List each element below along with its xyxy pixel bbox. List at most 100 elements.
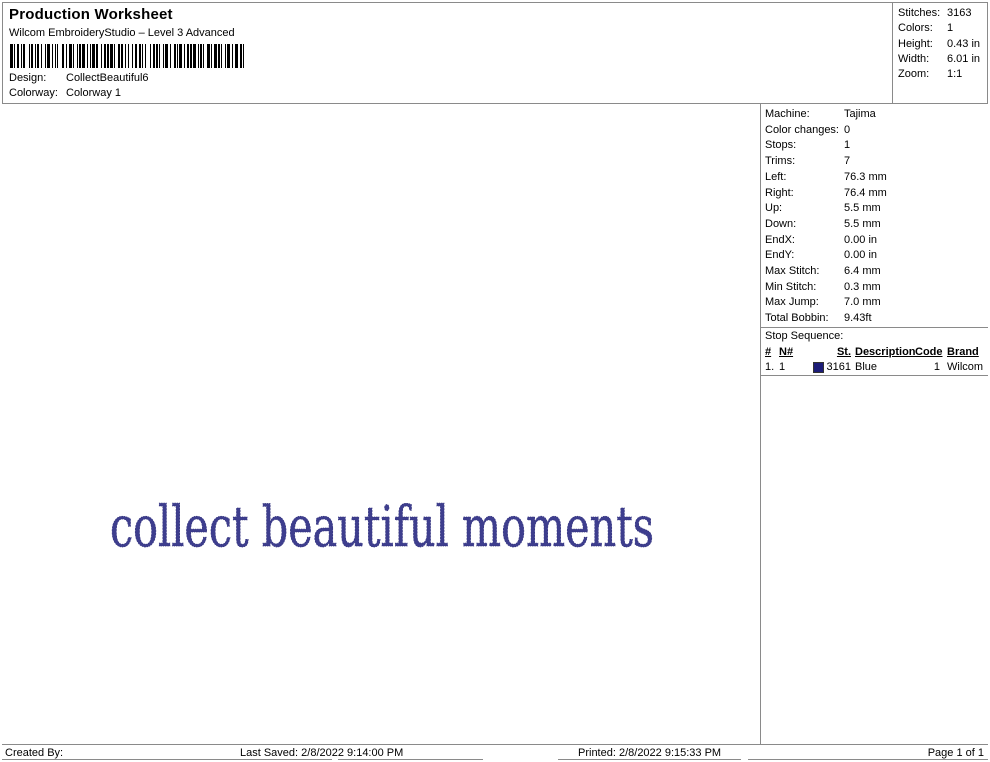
total-bobbin-value: 9.43ft <box>844 312 872 325</box>
stats-box: Stitches: 3163 Colors: 1 Height: 0.43 in Wi… <box>892 3 987 103</box>
footer-underline <box>2 759 332 760</box>
embroidery-design: collect beautiful moments <box>110 498 655 560</box>
info-row: Max Stitch: 6.4 mm <box>761 264 988 280</box>
barcode <box>10 44 246 68</box>
stops-value: 1 <box>844 139 851 152</box>
info-row: EndY: 0.00 in <box>761 248 988 264</box>
height-label: Height: <box>898 37 933 50</box>
seq-stitch-cell: 3161 <box>809 360 851 375</box>
stats-row: Width: 6.01 in <box>898 52 987 67</box>
main-row: collect beautiful moments Machine: Tajima… <box>2 104 988 744</box>
machine-panel: Machine: Tajima Color changes: 0 Stops: 1 T… <box>761 104 988 744</box>
height-value: 0.43 in <box>947 37 981 50</box>
seq-code: 1 <box>933 360 940 373</box>
max-jump-value: 7.0 mm <box>844 296 881 309</box>
design-row: Design: CollectBeautiful6 <box>9 71 886 86</box>
design-label: Design: <box>9 72 47 84</box>
zoom-label: Zoom: <box>898 68 930 81</box>
max-stitch-value: 6.4 mm <box>844 265 881 278</box>
printed-text: Printed: 2/8/2022 9:15:33 PM <box>578 747 722 759</box>
last-saved-text: Last Saved: 2/8/2022 9:14:00 PM <box>240 747 404 759</box>
info-row: Color changes: 0 <box>761 123 988 139</box>
info-row: Down: 5.5 mm <box>761 217 988 233</box>
colorway-row: Colorway: Colorway 1 <box>9 86 886 101</box>
stops-label: Stops: <box>765 139 797 152</box>
down-label: Down: <box>765 217 797 230</box>
left-value: 76.3 mm <box>844 170 887 183</box>
info-row: Total Bobbin: 9.43ft <box>761 311 988 327</box>
info-row: Right: 76.4 mm <box>761 186 988 202</box>
header-info: Production Worksheet Wilcom EmbroiderySt… <box>3 3 892 103</box>
col-brand-header: Brand <box>947 345 979 358</box>
info-row: Left: 76.3 mm <box>761 170 988 186</box>
min-stitch-label: Min Stitch: <box>765 280 817 293</box>
info-row: Min Stitch: 0.3 mm <box>761 280 988 296</box>
seq-stitch-count: 3161 <box>826 360 851 373</box>
created-by-label: Created By: <box>5 747 64 759</box>
col-num-header: # <box>765 345 772 358</box>
width-value: 6.01 in <box>947 52 981 65</box>
endy-label: EndY: <box>765 249 795 262</box>
trims-label: Trims: <box>765 155 796 168</box>
design-canvas: collect beautiful moments <box>2 104 761 744</box>
col-description-header: Description <box>855 345 916 358</box>
panel-divider <box>761 374 988 376</box>
barcode-space <box>243 44 246 68</box>
stop-sequence-header: # N# St. Description Code Brand <box>761 344 988 360</box>
seq-num: 1. <box>765 360 775 373</box>
design-value: CollectBeautiful6 <box>66 72 149 84</box>
up-label: Up: <box>765 202 783 215</box>
total-bobbin-label: Total Bobbin: <box>765 312 829 325</box>
right-value: 76.4 mm <box>844 186 887 199</box>
info-row: Max Jump: 7.0 mm <box>761 295 988 311</box>
col-stitches-header: St. <box>836 345 851 358</box>
zoom-value: 1:1 <box>947 68 963 81</box>
stop-sequence-title: Stop Sequence: <box>765 329 844 342</box>
stats-row: Colors: 1 <box>898 21 987 36</box>
info-row: EndX: 0.00 in <box>761 233 988 249</box>
max-stitch-label: Max Stitch: <box>765 265 820 278</box>
left-label: Left: <box>765 170 787 183</box>
width-label: Width: <box>898 52 930 65</box>
footer-underline <box>748 759 988 760</box>
right-label: Right: <box>765 186 794 199</box>
min-stitch-value: 0.3 mm <box>844 280 881 293</box>
stats-row: Height: 0.43 in <box>898 37 987 52</box>
trims-value: 7 <box>844 155 851 168</box>
colorway-label: Colorway: <box>9 87 58 99</box>
stitches-value: 3163 <box>947 7 972 19</box>
info-row: Stops: 1 <box>761 138 988 154</box>
color-changes-value: 0 <box>844 123 851 136</box>
machine-label: Machine: <box>765 108 810 120</box>
stats-row: Stitches: 3163 <box>898 6 987 21</box>
page-number: Page 1 of 1 <box>927 747 984 759</box>
header-band: Production Worksheet Wilcom EmbroiderySt… <box>2 2 988 104</box>
seq-description: Blue <box>855 360 878 373</box>
thread-color-chip <box>812 361 824 373</box>
max-jump-label: Max Jump: <box>765 296 819 309</box>
endx-label: EndX: <box>765 233 795 246</box>
col-needle-header: N# <box>779 345 794 358</box>
machine-info-block: Machine: Tajima Color changes: 0 Stops: 1 T… <box>761 104 988 327</box>
design-text: collect beautiful moments <box>110 498 654 560</box>
seq-needle: 1 <box>779 360 786 373</box>
up-value: 5.5 mm <box>844 202 881 215</box>
info-row: Up: 5.5 mm <box>761 201 988 217</box>
col-code-header: Code <box>915 345 943 358</box>
footer-underline <box>558 759 741 760</box>
info-row: Machine: Tajima <box>761 107 988 123</box>
info-row: Trims: 7 <box>761 154 988 170</box>
seq-brand: Wilcom <box>947 360 984 373</box>
endx-value: 0.00 in <box>844 233 878 246</box>
stop-sequence-row: 1. 1 3161 Blue 1 Wilcom <box>761 360 988 375</box>
app-subtitle: Wilcom EmbroideryStudio – Level 3 Advanc… <box>9 27 235 39</box>
colorway-value: Colorway 1 <box>66 87 122 99</box>
colors-label: Colors: <box>898 22 933 35</box>
color-changes-label: Color changes: <box>765 123 839 136</box>
stats-row: Zoom: 1:1 <box>898 67 987 82</box>
colors-value: 1 <box>947 22 954 35</box>
production-worksheet-page: Production Worksheet Wilcom EmbroiderySt… <box>2 2 988 760</box>
footer-underline <box>338 759 483 760</box>
endy-value: 0.00 in <box>844 249 878 262</box>
down-value: 5.5 mm <box>844 217 881 230</box>
